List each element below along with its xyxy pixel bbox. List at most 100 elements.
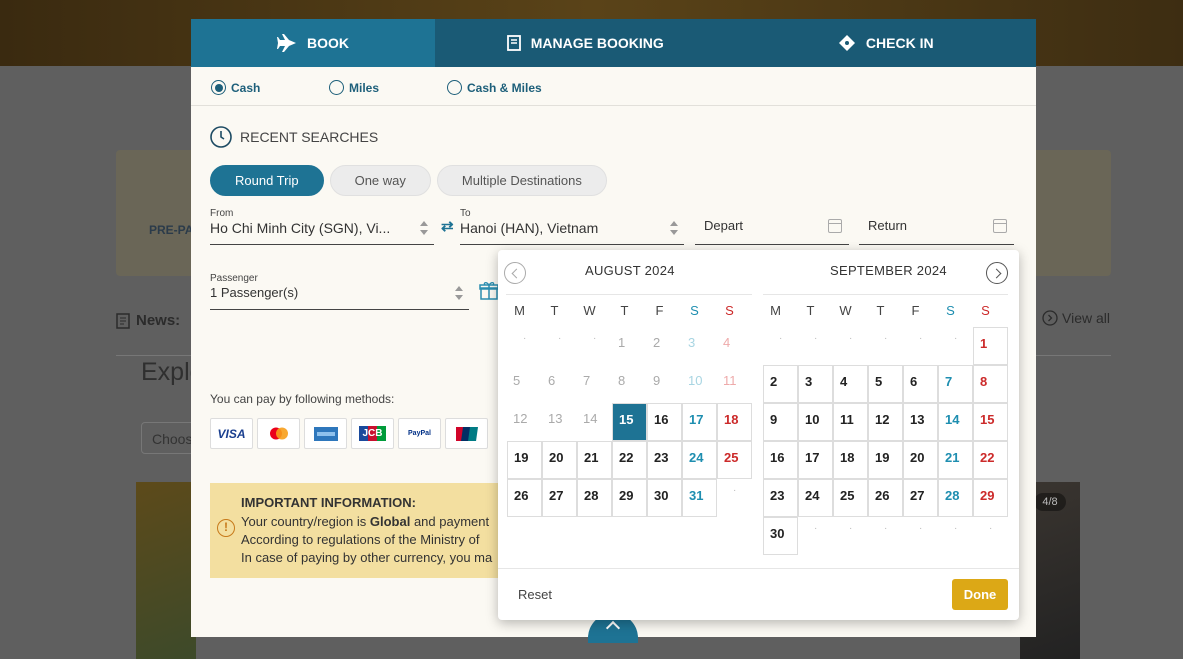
day-cell[interactable]: 27 [903, 479, 938, 517]
radio-button[interactable] [447, 80, 462, 95]
reset-button[interactable]: Reset [518, 587, 552, 602]
booking-icon [506, 35, 521, 51]
plane-icon [277, 34, 296, 52]
tab-book[interactable]: BOOK [191, 19, 435, 67]
day-cell[interactable]: 7 [938, 365, 973, 403]
day-cell: 4 [723, 335, 731, 350]
day-cell[interactable]: 16 [763, 441, 798, 479]
view-all-link[interactable]: View all [1042, 310, 1110, 326]
card-mastercard [257, 418, 300, 449]
day-cell[interactable]: 28 [577, 479, 612, 517]
day-cell: 9 [653, 373, 661, 388]
tab-check-in[interactable]: CHECK IN [736, 19, 1037, 67]
next-month-button[interactable] [986, 262, 1008, 284]
day-cell[interactable]: 10 [798, 403, 833, 441]
day-cell[interactable]: 22 [612, 441, 647, 479]
to-field[interactable]: To Hanoi (HAN), Vietnam [460, 208, 684, 245]
day-cell[interactable]: 4 [833, 365, 868, 403]
day-cell[interactable]: 3 [798, 365, 833, 403]
day-cell[interactable]: 26 [507, 479, 542, 517]
day-cell[interactable]: 28 [938, 479, 973, 517]
news-heading: News: [116, 312, 180, 329]
gift-icon[interactable] [479, 280, 499, 300]
from-field[interactable]: From Ho Chi Minh City (SGN), Vi... [210, 208, 434, 245]
day-cell[interactable]: 15 [612, 403, 647, 441]
day-cell: 2 [653, 335, 661, 350]
recent-searches-toggle[interactable]: RECENT SEARCHES [210, 126, 378, 148]
day-cell[interactable]: 20 [542, 441, 577, 479]
day-cell[interactable]: 12 [868, 403, 903, 441]
day-cell[interactable]: 18 [833, 441, 868, 479]
day-cell[interactable]: 6 [903, 365, 938, 403]
day-cell[interactable]: 17 [798, 441, 833, 479]
day-cell[interactable]: 26 [868, 479, 903, 517]
day-cell[interactable]: 29 [612, 479, 647, 517]
tab-manage-booking[interactable]: MANAGE BOOKING [435, 19, 736, 67]
destination-photo[interactable] [136, 482, 196, 659]
divider [191, 105, 1036, 106]
date-picker: AUGUST 2024 SEPTEMBER 2024 M T W T F S S M T W T F… [498, 250, 1019, 620]
empty-day-cell: · [884, 333, 888, 344]
day-cell[interactable]: 18 [717, 403, 752, 441]
day-cell[interactable]: 24 [682, 441, 717, 479]
empty-day-cell: · [919, 333, 923, 344]
month-title: SEPTEMBER 2024 [830, 263, 947, 278]
trip-type-round-trip[interactable]: Round Trip [210, 165, 324, 196]
done-button[interactable]: Done [952, 579, 1008, 610]
day-cell[interactable]: 19 [507, 441, 542, 479]
day-cell: 14 [583, 411, 598, 426]
day-cell: 12 [513, 411, 528, 426]
day-cell[interactable]: 30 [763, 517, 798, 555]
day-cell[interactable]: 8 [973, 365, 1008, 403]
day-cell: 1 [618, 335, 626, 350]
passenger-field[interactable]: Passenger 1 Passenger(s) [210, 273, 469, 310]
empty-day-cell: · [779, 333, 783, 344]
weekday-label: T [550, 303, 559, 318]
depart-field[interactable]: Depart [695, 208, 849, 245]
day-cell[interactable]: 11 [833, 403, 868, 441]
tab-check-in-label: CHECK IN [865, 35, 934, 51]
day-cell[interactable]: 17 [682, 403, 717, 441]
day-cell[interactable]: 29 [973, 479, 1008, 517]
paypal-logo: PayPal [408, 430, 431, 437]
day-cell[interactable]: 25 [833, 479, 868, 517]
empty-day-cell: · [593, 333, 597, 344]
day-cell[interactable]: 25 [717, 441, 752, 479]
day-cell: 8 [618, 373, 626, 388]
day-cell[interactable]: 30 [647, 479, 682, 517]
day-cell[interactable]: 31 [682, 479, 717, 517]
prev-month-button[interactable] [504, 262, 526, 284]
day-cell[interactable]: 16 [647, 403, 682, 441]
trip-type-multiple-destinations[interactable]: Multiple Destinations [436, 165, 607, 196]
day-cell[interactable]: 15 [973, 403, 1008, 441]
empty-day-cell: · [523, 333, 527, 344]
day-cell[interactable]: 22 [973, 441, 1008, 479]
weekday-label: M [514, 303, 525, 318]
trip-type-one-way[interactable]: One way [329, 165, 431, 196]
radio-button[interactable] [329, 80, 344, 95]
radio-button[interactable] [211, 80, 226, 95]
day-cell[interactable]: 5 [868, 365, 903, 403]
day-cell[interactable]: 14 [938, 403, 973, 441]
card-jcb: JCB [351, 418, 394, 449]
day-cell[interactable]: 1 [973, 327, 1008, 365]
day-cell[interactable]: 2 [763, 365, 798, 403]
document-icon [116, 312, 130, 329]
day-cell[interactable]: 9 [763, 403, 798, 441]
swap-icon[interactable]: ⇄ [441, 217, 454, 235]
day-cell[interactable]: 21 [938, 441, 973, 479]
day-cell: 3 [688, 335, 696, 350]
day-cell[interactable]: 21 [577, 441, 612, 479]
day-cell[interactable]: 23 [647, 441, 682, 479]
day-cell[interactable]: 19 [868, 441, 903, 479]
day-cell[interactable]: 20 [903, 441, 938, 479]
day-cell[interactable]: 27 [542, 479, 577, 517]
divider [498, 568, 1019, 569]
return-field[interactable]: Return [859, 208, 1014, 245]
day-cell[interactable]: 23 [763, 479, 798, 517]
payment-option-miles[interactable]: Miles [329, 80, 447, 95]
day-cell[interactable]: 13 [903, 403, 938, 441]
payment-option-cash-miles[interactable]: Cash & Miles [447, 80, 542, 95]
day-cell[interactable]: 24 [798, 479, 833, 517]
payment-option-cash[interactable]: Cash [211, 80, 329, 95]
